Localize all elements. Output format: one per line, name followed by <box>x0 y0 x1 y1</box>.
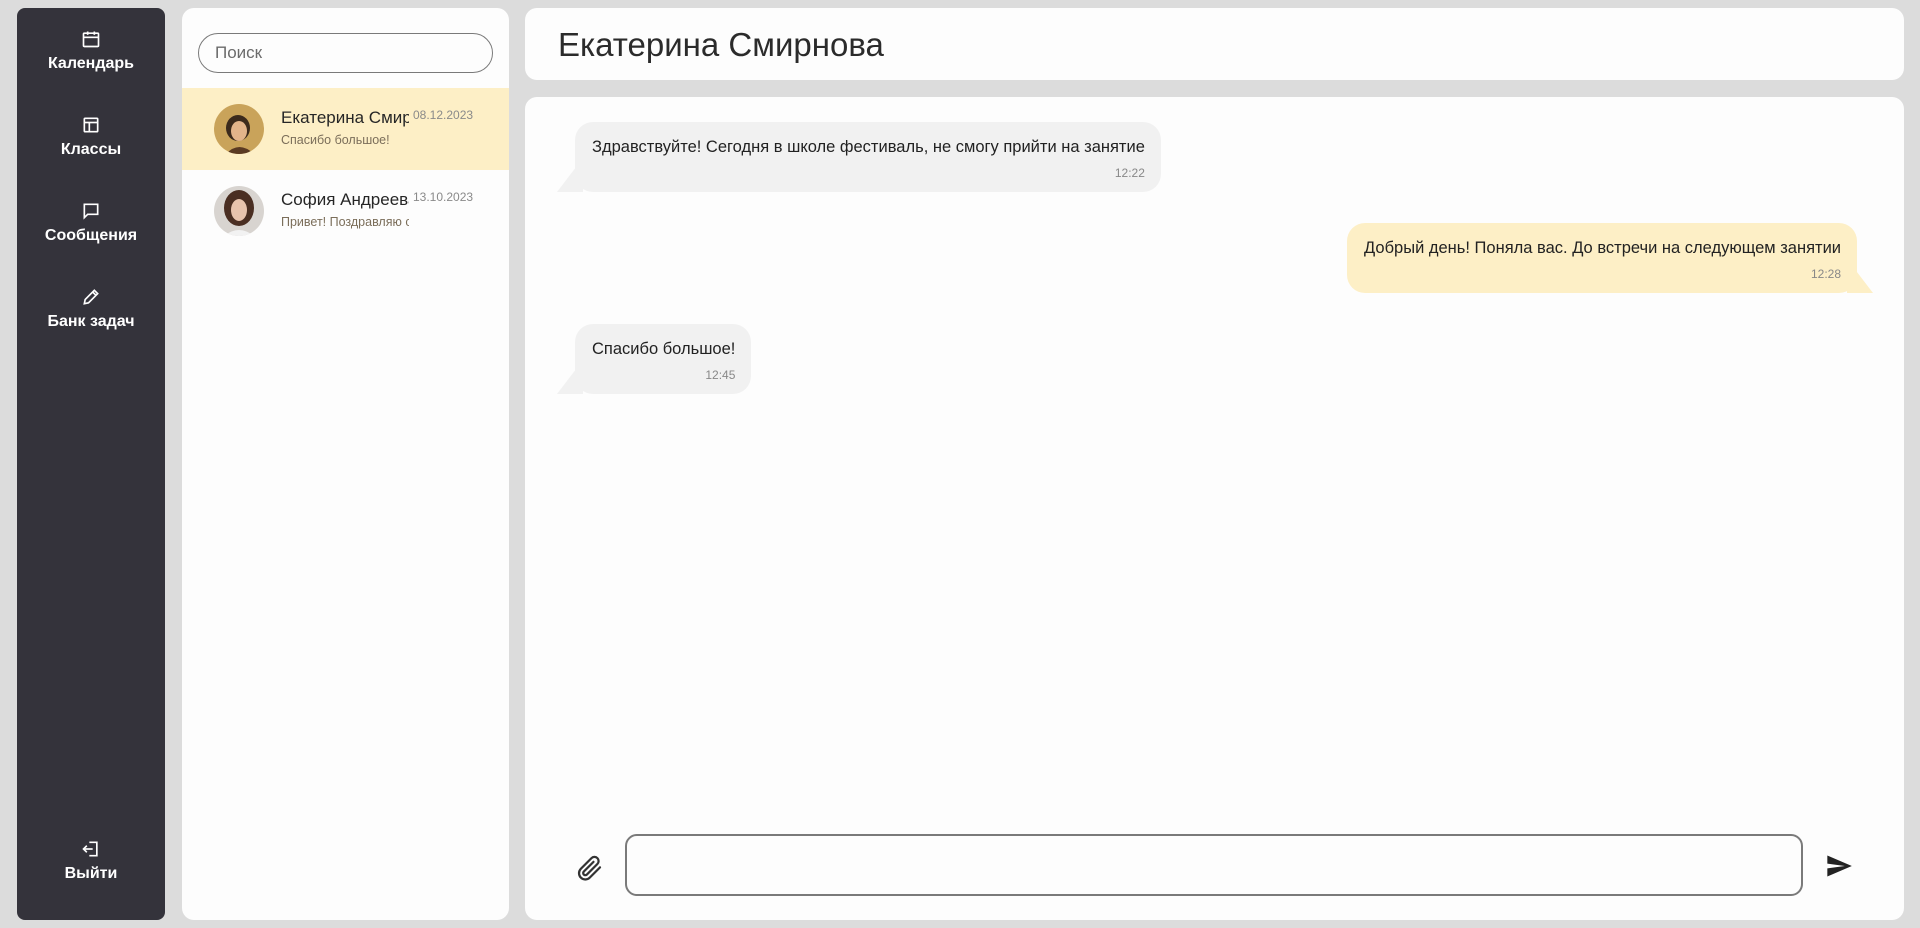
message-text: Здравствуйте! Сегодня в школе фестиваль,… <box>592 138 1145 156</box>
nav-label-classes: Классы <box>60 141 122 158</box>
chat-bubble-icon <box>83 203 99 220</box>
avatar <box>214 186 264 236</box>
contact-preview: Спасибо большое! <box>281 133 390 147</box>
logout-icon <box>82 841 98 857</box>
logout-label: Выйти <box>64 865 118 882</box>
pencil-icon <box>83 289 99 305</box>
bubble-tail <box>557 158 583 192</box>
calendar-icon <box>82 31 100 48</box>
nav-item-classes[interactable]: Классы <box>17 94 165 180</box>
message-text: Спасибо большое! <box>592 340 736 358</box>
paperclip-icon <box>577 855 602 881</box>
contact-date: 08.12.2023 <box>413 108 474 122</box>
chat-title: Екатерина Смирнова <box>558 26 884 63</box>
send-button[interactable] <box>1825 852 1853 880</box>
main-navigation: Календарь Классы Сообщения Банк задач Вы… <box>17 8 165 920</box>
bubble-tail <box>1847 259 1873 293</box>
contacts-panel: Екатерина Смирнова 08.12.2023 Спасибо бо… <box>182 8 509 920</box>
contact-name: София Андреева <box>281 190 409 209</box>
message-incoming: Спасибо большое! 12:45 <box>557 324 752 394</box>
nav-label-messages: Сообщения <box>44 227 138 244</box>
message-outgoing: Добрый день! Поняла вас. До встречи на с… <box>1347 223 1873 293</box>
send-icon <box>1827 855 1852 877</box>
nav-item-task-bank[interactable]: Банк задач <box>17 266 165 352</box>
contact-date: 13.10.2023 <box>413 190 474 204</box>
contact-name: Екатерина Смирнова <box>281 108 409 127</box>
message-time: 12:28 <box>1810 267 1841 281</box>
message-incoming: Здравствуйте! Сегодня в школе фестиваль,… <box>557 122 1161 192</box>
nav-item-messages[interactable]: Сообщения <box>17 180 165 266</box>
search-input[interactable] <box>198 33 493 73</box>
message-time: 12:22 <box>1114 166 1145 180</box>
contact-item[interactable]: София Андреева 13.10.2023 Привет! Поздра… <box>182 170 509 252</box>
contact-preview: Привет! Поздравляю с праздником! <box>281 215 409 229</box>
message-time: 12:45 <box>705 368 736 382</box>
message-text: Добрый день! Поняла вас. До встречи на с… <box>1364 239 1841 257</box>
logout-button[interactable]: Выйти <box>17 818 165 904</box>
layout-icon <box>83 117 99 133</box>
contact-item-active[interactable]: Екатерина Смирнова 08.12.2023 Спасибо бо… <box>182 88 509 170</box>
message-input[interactable] <box>625 834 1803 896</box>
attach-button[interactable] <box>575 853 605 883</box>
chat-header: Екатерина Смирнова <box>525 8 1904 80</box>
avatar <box>214 104 264 154</box>
chat-area: Здравствуйте! Сегодня в школе фестиваль,… <box>525 97 1904 920</box>
nav-label-calendar: Календарь <box>47 55 135 72</box>
nav-item-calendar[interactable]: Календарь <box>17 8 165 94</box>
bubble-tail <box>557 360 583 394</box>
nav-label-task-bank: Банк задач <box>47 313 135 330</box>
